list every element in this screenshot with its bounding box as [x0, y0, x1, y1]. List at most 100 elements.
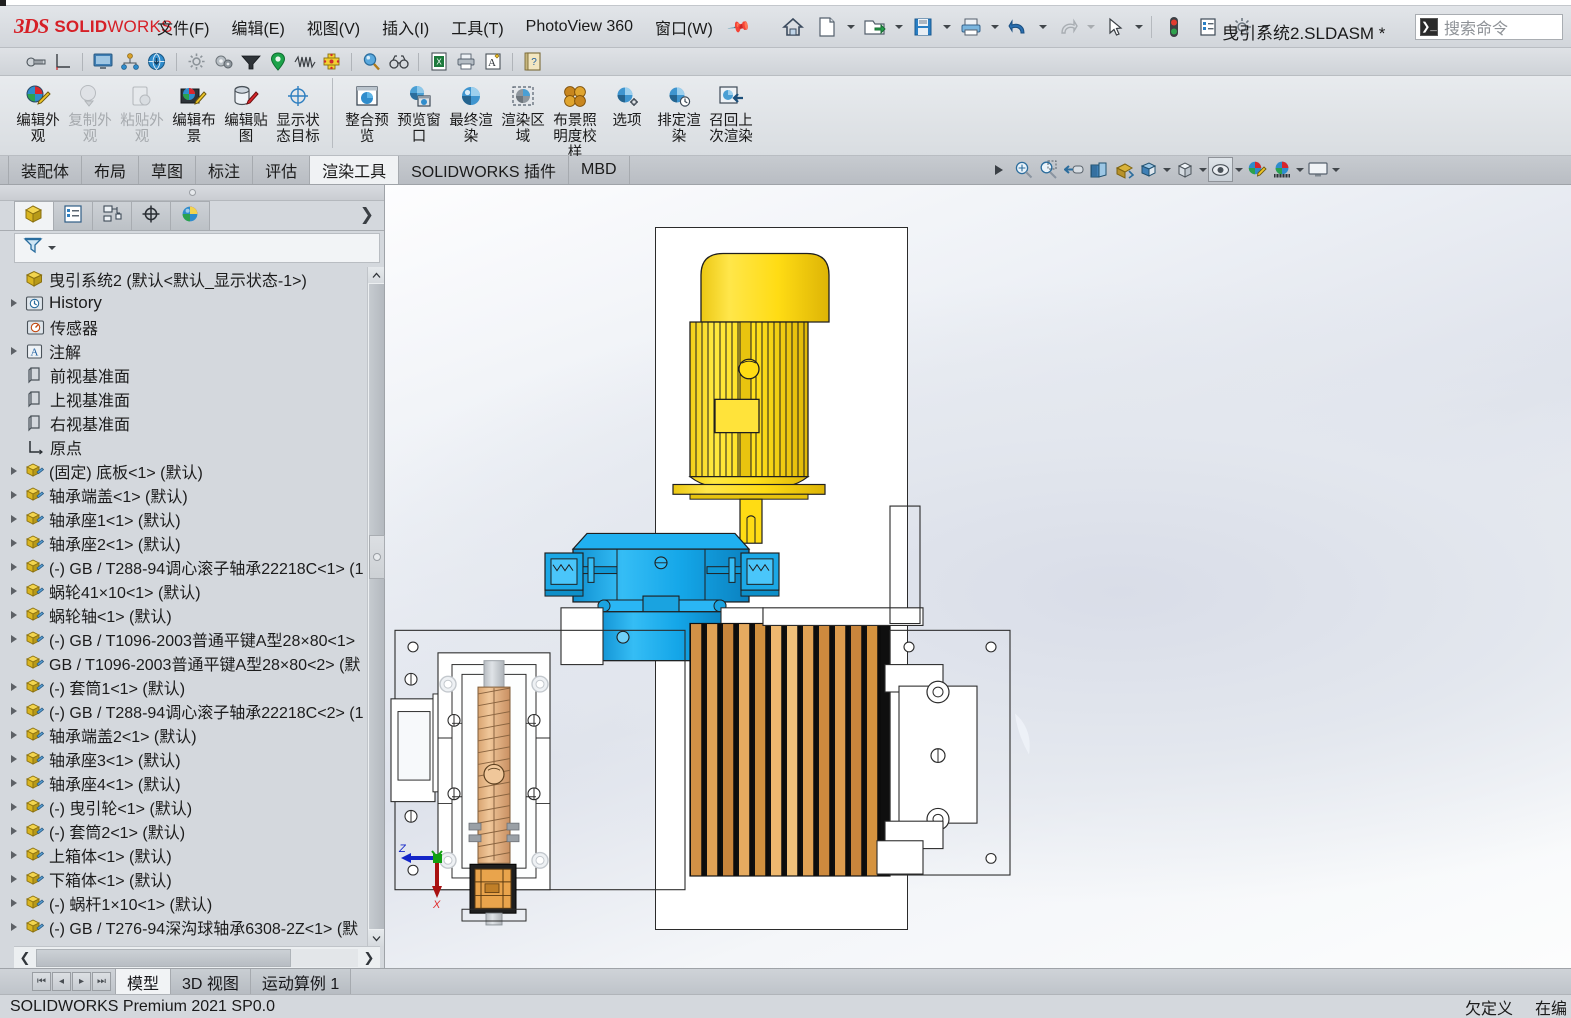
home-icon[interactable] [776, 12, 810, 42]
ribbon-copy-appearance[interactable]: 复制外观 [64, 76, 116, 145]
ribbon-scene-illumination-proof[interactable]: 布景照明度校样 [549, 76, 601, 161]
annotation-note-icon[interactable]: A [479, 50, 506, 74]
select-dropdown[interactable] [1132, 12, 1146, 42]
scrollbar-thumb[interactable] [368, 284, 384, 929]
bottom-tab-model[interactable]: 模型 [115, 969, 172, 994]
gears-motion-icon[interactable] [210, 50, 237, 74]
binoculars-icon[interactable] [385, 50, 412, 74]
save-dropdown[interactable] [940, 12, 954, 42]
feature-tree-vertical-scrollbar[interactable] [367, 267, 384, 946]
tree-item-component[interactable]: 轴承座3<1> (默认) [0, 747, 366, 771]
tree-item-component[interactable]: 上箱体<1> (默认) [0, 843, 366, 867]
scroll-right-icon[interactable]: ❯ [358, 948, 380, 968]
dimxpert-manager-tab[interactable] [131, 201, 171, 230]
tree-item-history[interactable]: History [0, 291, 366, 315]
apply-scene-dropdown[interactable] [1294, 157, 1305, 182]
tree-item-component[interactable]: 轴承端盖<1> (默认) [0, 483, 366, 507]
ribbon-paste-appearance[interactable]: 粘贴外观 [116, 76, 168, 145]
scrollbar-thumb[interactable] [36, 948, 291, 967]
scrollbar-track[interactable] [36, 948, 358, 967]
panel-grip[interactable] [0, 185, 384, 201]
redo-dropdown[interactable] [1084, 12, 1098, 42]
display-style-icon[interactable] [1136, 157, 1161, 182]
menu-tools[interactable]: 工具(T) [440, 10, 514, 44]
scroll-left-icon[interactable]: ❮ [14, 948, 36, 968]
ribbon-recall-last-render[interactable]: 召回上次渲染 [705, 76, 757, 145]
edit-appearance-small-icon[interactable] [1244, 157, 1269, 182]
save-icon[interactable] [906, 12, 940, 42]
featuremanager-design-tree-tab[interactable] [14, 201, 54, 230]
options-list-icon[interactable] [1191, 12, 1225, 42]
last-icon[interactable]: ⏭ [92, 972, 111, 991]
display-monitor-icon[interactable] [89, 50, 116, 74]
menu-edit[interactable]: 编辑(E) [220, 10, 295, 44]
menu-window[interactable]: 窗口(W) [644, 10, 724, 44]
view-orientation-icon[interactable] [1111, 157, 1136, 182]
menu-photoview360[interactable]: PhotoView 360 [515, 13, 644, 41]
print-dropdown[interactable] [988, 12, 1002, 42]
tree-item-component[interactable]: (-) 曳引轮<1> (默认) [0, 795, 366, 819]
caret-down-icon[interactable] [48, 246, 56, 250]
menu-file[interactable]: 文件(F) [146, 10, 220, 44]
zoom-to-fit-icon[interactable] [1011, 157, 1036, 182]
prev-icon[interactable]: ◂ [52, 972, 71, 991]
apply-scene-icon[interactable] [1269, 157, 1294, 182]
zoom-sphere-icon[interactable] [358, 50, 385, 74]
rebuild-icon[interactable] [1157, 12, 1191, 42]
ribbon-edit-scene[interactable]: 编辑布景 [168, 76, 220, 145]
spring-coil-icon[interactable] [291, 50, 318, 74]
undo-icon[interactable] [1002, 12, 1036, 42]
tree-item-component[interactable]: (-) GB / T1096-2003普通平键A型28×80<1> [0, 627, 366, 651]
bottom-tab-motion-study-1[interactable]: 运动算例 1 [249, 969, 352, 994]
ribbon-integrated-preview[interactable]: 整合预览 [341, 76, 393, 145]
next-icon[interactable]: ▸ [72, 972, 91, 991]
ribbon-display-state-target[interactable]: 显示状态目标 [272, 76, 324, 145]
bottom-tab-3d-views[interactable]: 3D 视图 [170, 969, 251, 994]
ribbon-final-render[interactable]: 最终渲染 [445, 76, 497, 145]
tab-render-tools[interactable]: 渲染工具 [309, 156, 400, 184]
panel-splitter-handle[interactable] [369, 535, 385, 579]
ribbon-edit-decal[interactable]: 编辑贴图 [220, 76, 272, 145]
command-search-box[interactable]: ❯_ 搜索命令 [1415, 14, 1563, 40]
tree-item-component[interactable]: 轴承端盖2<1> (默认) [0, 723, 366, 747]
tree-item-component[interactable]: 蜗轮41×10<1> (默认) [0, 579, 366, 603]
tree-item-right-plane[interactable]: 右视基准面 [0, 411, 366, 435]
print-small-icon[interactable] [452, 50, 479, 74]
graphics-viewport[interactable]: Z X [385, 185, 1571, 968]
measure-axis-icon[interactable] [49, 50, 76, 74]
tree-item-component[interactable]: 轴承座2<1> (默认) [0, 531, 366, 555]
ribbon-render-region[interactable]: 渲染区域 [497, 76, 549, 145]
tree-item-component[interactable]: (-) 套筒2<1> (默认) [0, 819, 366, 843]
feature-tree-horizontal-scrollbar[interactable]: ❮ ❯ [14, 946, 380, 968]
ribbon-schedule-render[interactable]: 排定渲染 [653, 76, 705, 145]
excel-export-icon[interactable]: X [425, 50, 452, 74]
scroll-up-icon[interactable] [367, 267, 384, 283]
menu-insert[interactable]: 插入(I) [371, 10, 440, 44]
bolt-fastener-icon[interactable] [22, 50, 49, 74]
scroll-down-icon[interactable] [367, 930, 384, 946]
tab-evaluate[interactable]: 评估 [252, 156, 311, 184]
select-cursor-icon[interactable] [1098, 12, 1132, 42]
view-settings-display-icon[interactable] [1305, 157, 1330, 182]
ribbon-edit-appearance[interactable]: 编辑外观 [12, 76, 64, 145]
display-manager-tab[interactable] [170, 201, 210, 230]
tree-item-component[interactable]: GB / T1096-2003普通平键A型28×80<2> (默 [0, 651, 366, 675]
tree-item-component[interactable]: 蜗轮轴<1> (默认) [0, 603, 366, 627]
redo-icon[interactable] [1050, 12, 1084, 42]
tree-item-annotations[interactable]: A 注解 [0, 339, 366, 363]
location-pin-green-icon[interactable] [264, 50, 291, 74]
previous-view-icon[interactable] [1061, 157, 1086, 182]
pin-icon[interactable]: 📌 [726, 14, 752, 40]
tab-sketch[interactable]: 草图 [138, 156, 197, 184]
zoom-to-area-icon[interactable] [1036, 157, 1061, 182]
mates-cross-icon[interactable] [318, 50, 345, 74]
print-icon[interactable] [954, 12, 988, 42]
gear-settings-icon[interactable] [183, 50, 210, 74]
configuration-manager-tab[interactable] [92, 201, 132, 230]
tree-item-front-plane[interactable]: 前视基准面 [0, 363, 366, 387]
menu-view[interactable]: 视图(V) [296, 10, 371, 44]
hide-show-items-dropdown[interactable] [1233, 157, 1244, 182]
view-orientation-cube-icon[interactable] [1172, 157, 1197, 182]
undo-dropdown[interactable] [1036, 12, 1050, 42]
tree-item-component[interactable]: (固定) 底板<1> (默认) [0, 459, 366, 483]
